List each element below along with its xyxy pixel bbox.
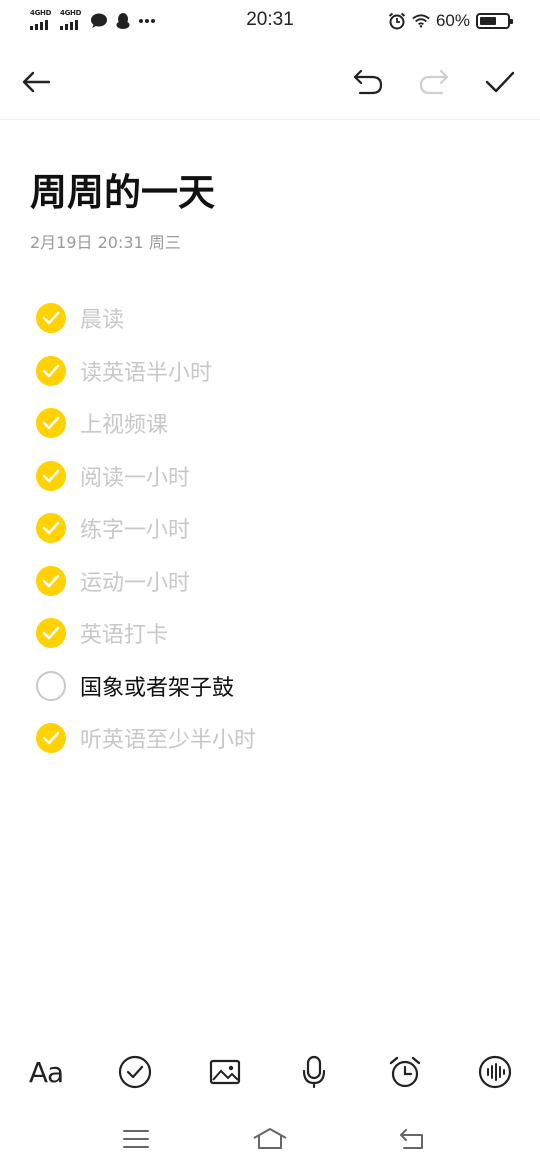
status-right: 60% <box>388 10 513 32</box>
checklist-item[interactable]: 阅读一小时 <box>36 450 506 503</box>
checklist: 晨读读英语半小时 上视频课阅读一小时练字一小时运动一小时英语打卡国象或者架子鼓 听英… <box>36 292 506 765</box>
checked-checkbox[interactable] <box>36 723 66 754</box>
note-timestamp: 2月19日 20:31 周三 <box>30 233 181 252</box>
checked-checkbox[interactable] <box>36 408 66 439</box>
format-bar: Aa <box>0 1040 540 1100</box>
checkmark-icon <box>42 626 60 640</box>
undo-icon <box>353 69 383 95</box>
unchecked-checkbox[interactable] <box>36 670 66 701</box>
status-bar: 4GHD 4GHD 20:31 60% <box>0 0 540 42</box>
image-icon <box>209 1059 241 1085</box>
checklist-item-label[interactable]: 听英语至少半小时 <box>80 722 256 754</box>
wifi-icon <box>412 12 430 30</box>
nav-home-button[interactable] <box>250 1122 290 1156</box>
done-check-icon <box>485 71 515 93</box>
battery-percent: 60% <box>435 11 470 30</box>
checklist-item[interactable]: 读英语半小时 <box>36 345 506 398</box>
checklist-item-label[interactable]: 运动一小时 <box>80 565 190 597</box>
checklist-item-label[interactable]: 读英语半小时 <box>80 355 212 387</box>
alarm-clock-icon <box>389 1056 421 1088</box>
redo-icon <box>419 69 449 95</box>
checklist-item[interactable]: 上视频课 <box>36 397 506 450</box>
checklist-item-label[interactable]: 国象或者架子鼓 <box>80 670 234 702</box>
note-title[interactable]: 周周的一天 <box>30 162 215 216</box>
voice-to-text-button[interactable] <box>473 1050 517 1094</box>
checklist-item-label[interactable]: 阅读一小时 <box>80 460 190 492</box>
checked-checkbox[interactable] <box>36 303 66 334</box>
battery-icon <box>476 13 513 29</box>
back-arrow-icon <box>22 71 51 93</box>
checklist-button[interactable] <box>113 1050 157 1094</box>
checked-checkbox[interactable] <box>36 460 66 491</box>
alarm-icon <box>388 12 406 30</box>
redo-button[interactable] <box>414 62 454 102</box>
checklist-item[interactable]: 练字一小时 <box>36 502 506 555</box>
voice-record-button[interactable] <box>292 1050 336 1094</box>
voice-wave-icon <box>478 1055 512 1089</box>
checkmark-icon <box>42 521 60 535</box>
undo-button[interactable] <box>348 62 388 102</box>
back-nav-icon <box>400 1129 423 1149</box>
nav-back-button[interactable] <box>392 1122 432 1156</box>
checklist-item[interactable]: 国象或者架子鼓 <box>36 660 506 713</box>
checkmark-icon <box>42 574 60 588</box>
checklist-item-label[interactable]: 英语打卡 <box>80 617 168 649</box>
text-format-label: Aa <box>28 1055 64 1089</box>
checklist-item[interactable]: 听英语至少半小时 <box>36 712 506 765</box>
checkmark-icon <box>42 469 60 483</box>
checklist-item-label[interactable]: 练字一小时 <box>80 512 190 544</box>
nav-menu-button[interactable] <box>116 1122 156 1156</box>
checklist-item[interactable]: 运动一小时 <box>36 555 506 608</box>
checkmark-icon <box>42 731 60 745</box>
checklist-item-label[interactable]: 上视频课 <box>80 407 168 439</box>
checked-checkbox[interactable] <box>36 565 66 596</box>
insert-image-button[interactable] <box>203 1050 247 1094</box>
checked-checkbox[interactable] <box>36 618 66 649</box>
home-icon <box>253 1128 287 1149</box>
text-format-button[interactable]: Aa <box>24 1050 68 1094</box>
checkmark-icon <box>42 311 60 325</box>
checkmark-icon <box>42 416 60 430</box>
checklist-item-label[interactable]: 晨读 <box>80 302 124 334</box>
menu-icon <box>123 1130 149 1148</box>
checked-checkbox[interactable] <box>36 513 66 544</box>
checkmark-icon <box>42 364 60 378</box>
reminder-button[interactable] <box>383 1050 427 1094</box>
microphone-icon <box>302 1055 326 1089</box>
system-nav-bar <box>0 1112 540 1164</box>
checklist-item[interactable]: 晨读 <box>36 292 506 345</box>
done-button[interactable] <box>480 62 520 102</box>
checked-checkbox[interactable] <box>36 355 66 386</box>
editor-toolbar <box>0 42 540 120</box>
checklist-icon <box>118 1055 152 1089</box>
checklist-item[interactable]: 英语打卡 <box>36 607 506 660</box>
back-button[interactable] <box>16 62 56 102</box>
